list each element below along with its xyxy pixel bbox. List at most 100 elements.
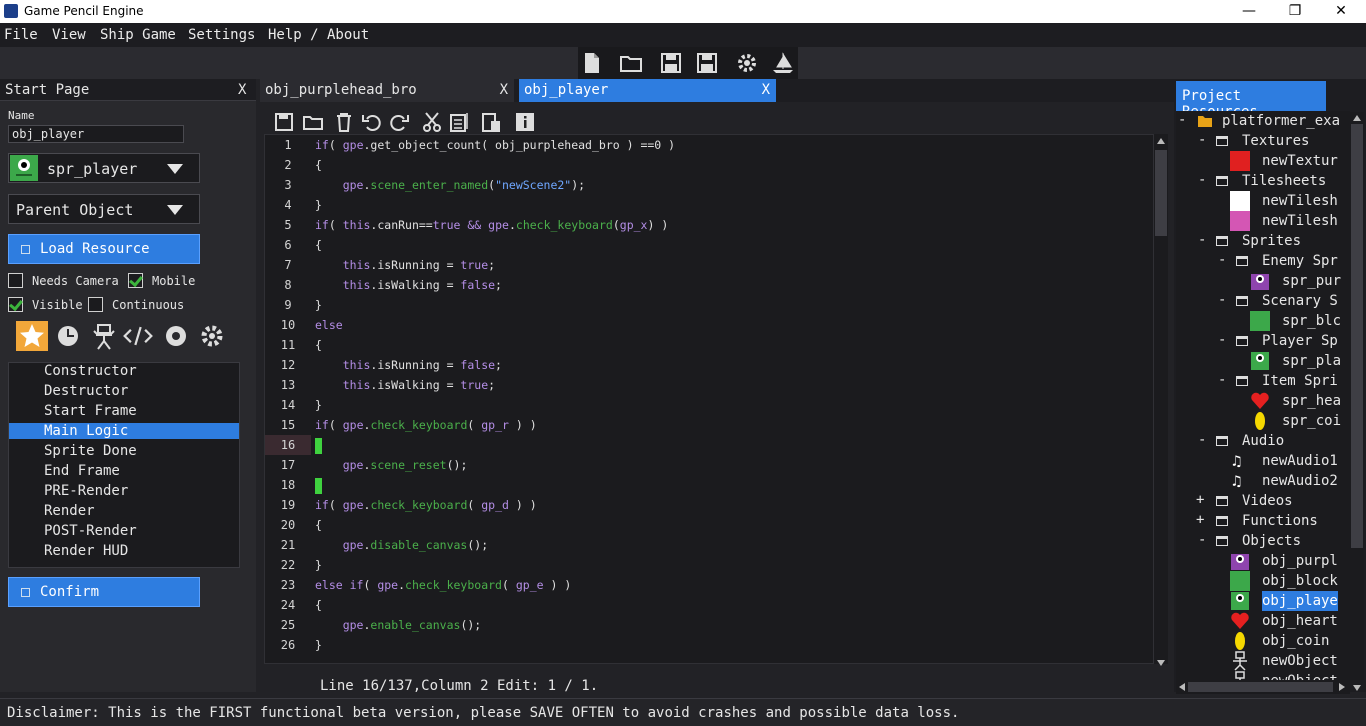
tree-item[interactable]: obj_heart (1262, 611, 1338, 631)
tree-item[interactable]: obj_block (1262, 571, 1338, 591)
info-icon[interactable] (514, 111, 536, 133)
star-icon[interactable] (16, 321, 48, 351)
menu-help-about[interactable]: Help / About (268, 27, 369, 43)
close-tab-button[interactable]: X (500, 79, 508, 102)
tree-subfolder[interactable]: Player Sp (1262, 331, 1338, 351)
close-window-button[interactable]: ✕ (1318, 0, 1364, 23)
event-render[interactable]: Render (9, 503, 239, 519)
undo-icon[interactable] (361, 111, 383, 133)
open-folder-icon[interactable] (619, 51, 643, 75)
tree-item[interactable]: spr_hea (1282, 391, 1341, 411)
event-destructor[interactable]: Destructor (9, 383, 239, 399)
code-icon[interactable] (122, 321, 154, 351)
tree-item[interactable]: newTilesh (1262, 191, 1338, 211)
tree-item[interactable]: newTextur (1262, 151, 1338, 171)
trash-icon[interactable] (333, 111, 355, 133)
tree-subfolder[interactable]: Scenary S (1262, 291, 1338, 311)
tree-item[interactable]: newAudio2 (1262, 471, 1338, 491)
tree-item[interactable]: spr_coi (1282, 411, 1341, 431)
tree-item-project[interactable]: platformer_exa (1222, 111, 1340, 131)
cut-icon[interactable] (421, 111, 443, 133)
tree-subfolder[interactable]: Item Spri (1262, 371, 1338, 391)
tree-folder-textures[interactable]: Textures (1242, 131, 1309, 151)
redo-icon[interactable] (388, 111, 410, 133)
event-post-render[interactable]: POST-Render (9, 523, 239, 539)
tree-folder-videos[interactable]: Videos (1242, 491, 1293, 511)
confirm-button[interactable]: Confirm (8, 577, 200, 607)
tab-start-page[interactable]: Start Page X (0, 79, 256, 101)
close-start-page-button[interactable]: X (238, 82, 246, 98)
minimize-button[interactable]: — (1226, 0, 1272, 23)
new-file-icon[interactable] (580, 51, 604, 75)
tree-item[interactable]: spr_blc (1282, 311, 1341, 331)
resources-vertical-scrollbar[interactable] (1350, 112, 1364, 691)
event-end-frame[interactable]: End Frame (9, 463, 239, 479)
save-all-icon[interactable] (695, 51, 719, 75)
scroll-down-icon[interactable] (1352, 684, 1362, 692)
collapse-toggle[interactable]: - (1198, 232, 1206, 248)
object-name-input[interactable]: obj_player (8, 125, 184, 143)
tree-item-selected[interactable]: obj_playe (1262, 591, 1338, 611)
collapse-toggle[interactable]: - (1198, 532, 1206, 548)
visible-checkbox[interactable] (8, 297, 23, 312)
parent-object-dropdown[interactable]: Parent Object (8, 194, 200, 224)
needs-camera-checkbox[interactable] (8, 273, 23, 288)
scrollbar-thumb[interactable] (1351, 124, 1363, 548)
expand-toggle[interactable]: + (1196, 492, 1204, 508)
record-icon[interactable] (160, 321, 192, 351)
settings-gear-icon[interactable] (735, 51, 759, 75)
event-sprite-done[interactable]: Sprite Done (9, 443, 239, 459)
menu-file[interactable]: File (4, 27, 38, 43)
tree-item[interactable]: newObject (1262, 651, 1338, 671)
tree-item[interactable]: newTilesh (1262, 211, 1338, 231)
tree-item[interactable]: newAudio1 (1262, 451, 1338, 471)
scrollbar-thumb[interactable] (1188, 682, 1333, 692)
scroll-right-icon[interactable] (1338, 682, 1346, 692)
tree-folder-functions[interactable]: Functions (1242, 511, 1318, 531)
collapse-toggle[interactable]: - (1218, 372, 1226, 388)
scroll-left-icon[interactable] (1178, 682, 1186, 692)
collapse-toggle[interactable]: - (1198, 132, 1206, 148)
clock-icon[interactable] (52, 321, 84, 351)
ship-sail-icon[interactable] (771, 51, 795, 75)
load-resource-button[interactable]: Load Resource (8, 234, 200, 264)
tree-folder-sprites[interactable]: Sprites (1242, 231, 1301, 251)
expand-toggle[interactable]: + (1196, 512, 1204, 528)
paste-icon[interactable] (480, 111, 502, 133)
collapse-toggle[interactable]: - (1218, 292, 1226, 308)
copy-icon[interactable] (449, 111, 471, 133)
tree-folder-audio[interactable]: Audio (1242, 431, 1284, 451)
continuous-checkbox[interactable] (88, 297, 103, 312)
tab-obj-purplehead-bro[interactable]: obj_purplehead_bro X (260, 79, 514, 102)
scrollbar-thumb[interactable] (1155, 150, 1167, 236)
scroll-down-icon[interactable] (1156, 658, 1166, 668)
mobile-checkbox[interactable] (128, 273, 143, 288)
event-start-frame[interactable]: Start Frame (9, 403, 239, 419)
tree-folder-tilesheets[interactable]: Tilesheets (1242, 171, 1326, 191)
scroll-up-icon[interactable] (1352, 114, 1362, 122)
save-icon[interactable] (659, 51, 683, 75)
tree-item[interactable]: obj_purpl (1262, 551, 1338, 571)
tree-item[interactable]: spr_pur (1282, 271, 1341, 291)
menu-settings[interactable]: Settings (188, 27, 255, 43)
sprite-dropdown[interactable]: spr_player (8, 153, 200, 183)
collapse-toggle[interactable]: - (1218, 332, 1226, 348)
code-editor[interactable]: 1 2 3 4 5 6 7 8 9 10 11 12 13 14 15 16 1… (264, 134, 1154, 664)
maximize-button[interactable]: ❐ (1272, 0, 1318, 23)
collapse-toggle[interactable]: - (1218, 252, 1226, 268)
tab-project-resources[interactable]: Project Resources (1176, 81, 1326, 120)
menu-view[interactable]: View (52, 27, 86, 43)
save-icon[interactable] (273, 111, 295, 133)
gear-icon[interactable] (196, 321, 228, 351)
event-pre-render[interactable]: PRE-Render (9, 483, 239, 499)
robot-icon[interactable] (88, 321, 120, 351)
event-render-hud[interactable]: Render HUD (9, 543, 239, 559)
tree-subfolder[interactable]: Enemy Spr (1262, 251, 1338, 271)
close-tab-button[interactable]: X (762, 79, 770, 102)
event-constructor[interactable]: Constructor (9, 363, 239, 379)
resources-horizontal-scrollbar[interactable] (1176, 680, 1350, 694)
open-icon[interactable] (302, 111, 324, 133)
event-main-logic[interactable]: Main Logic (9, 423, 239, 439)
editor-vertical-scrollbar[interactable] (1154, 134, 1168, 666)
collapse-toggle[interactable]: - (1178, 112, 1186, 128)
